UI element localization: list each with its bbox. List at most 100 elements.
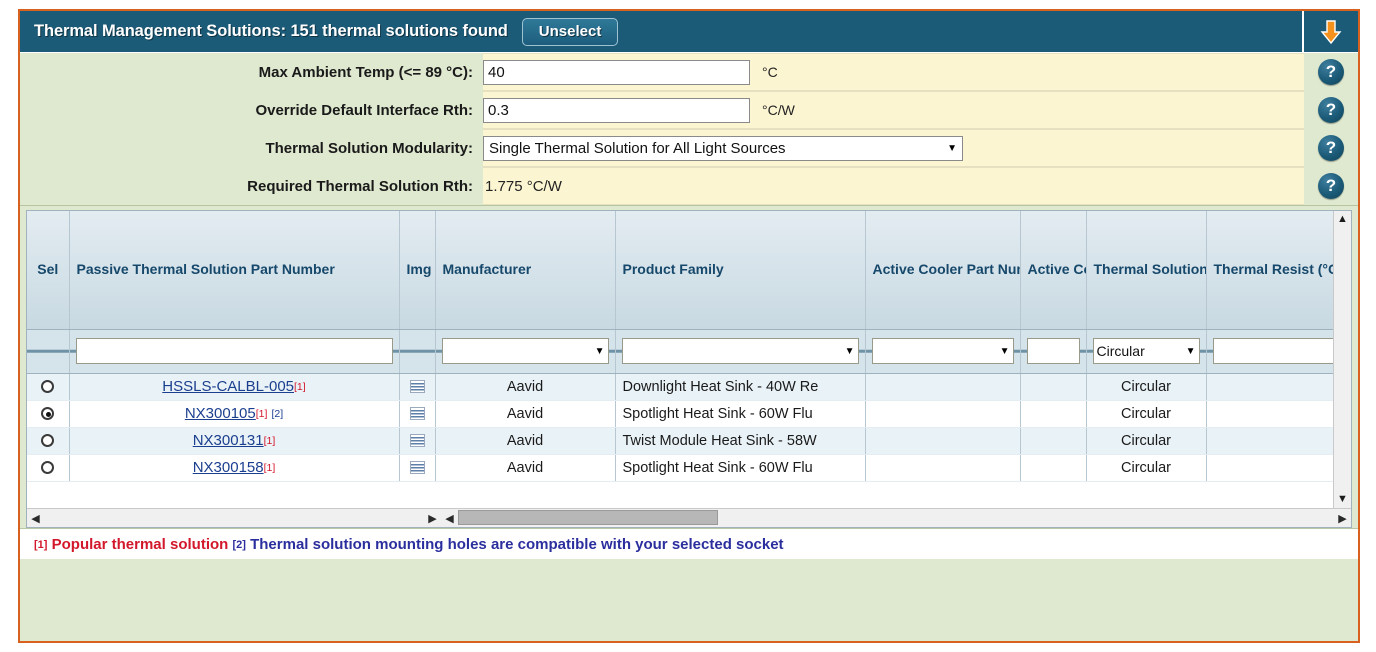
form-rows: Max Ambient Temp (<= 89 °C): °C Override… bbox=[20, 53, 1304, 205]
column-header-sel[interactable]: Sel bbox=[27, 211, 70, 330]
help-icon-modularity[interactable]: ? bbox=[1318, 135, 1344, 161]
legend-footnote: [1] Popular thermal solution [2] Thermal… bbox=[20, 528, 1358, 559]
column-header-img[interactable]: Img bbox=[399, 211, 436, 330]
titlebar-main: Thermal Management Solutions: 151 therma… bbox=[20, 11, 1304, 52]
scroll-right-arrow-icon[interactable]: ▶ bbox=[1334, 512, 1351, 525]
grid-body-area: Sel Passive Thermal Solution Part Number… bbox=[27, 211, 1351, 508]
unit-max-ambient-temp: °C bbox=[762, 64, 778, 80]
table-row[interactable]: NX300158[1] Aavid Spotlight Heat Sink - … bbox=[27, 454, 1333, 482]
footnote-marker-2: [2] bbox=[232, 539, 246, 551]
document-thumbnail-icon[interactable] bbox=[409, 461, 425, 475]
help-cell-4: ? bbox=[1304, 167, 1358, 205]
row-manufacturer-cell: Aavid bbox=[435, 373, 616, 401]
header-row: Sel Passive Thermal Solution Part Number… bbox=[27, 211, 1333, 330]
unselect-button[interactable]: Unselect bbox=[521, 17, 619, 46]
column-header-active-cooler-part-number[interactable]: Active Cooler Part Number bbox=[865, 211, 1021, 330]
row-part-number-cell: NX300131[1] bbox=[69, 427, 400, 455]
right-hscroll-thumb[interactable] bbox=[458, 510, 718, 525]
left-hscroll-track[interactable] bbox=[44, 509, 424, 527]
scroll-down-arrow-icon[interactable]: ▼ bbox=[1337, 491, 1348, 508]
column-header-part-number[interactable]: Passive Thermal Solution Part Number bbox=[69, 211, 400, 330]
left-pane-horizontal-scrollbar[interactable]: ◀ ▶ bbox=[27, 508, 441, 527]
scroll-left-arrow-icon[interactable]: ◀ bbox=[27, 512, 44, 525]
filter-part-number-input[interactable] bbox=[75, 338, 393, 364]
footnote-group-socket: [2] Thermal solution mounting holes are … bbox=[232, 536, 783, 553]
help-icon-interface-rth[interactable]: ? bbox=[1318, 97, 1344, 123]
filter-cell-thermal-resistance bbox=[1206, 329, 1333, 374]
results-table: Sel Passive Thermal Solution Part Number… bbox=[27, 211, 1333, 482]
scroll-right-arrow-icon[interactable]: ▶ bbox=[424, 512, 441, 525]
row-radio-button[interactable] bbox=[41, 461, 55, 475]
row-active-cooler-part-number-cell bbox=[865, 427, 1021, 455]
row-active-cooler-part-number-cell bbox=[865, 373, 1021, 401]
max-ambient-temp-input[interactable] bbox=[483, 59, 750, 85]
part-number-link[interactable]: NX300158 bbox=[193, 459, 264, 476]
document-thumbnail-icon[interactable] bbox=[409, 380, 425, 394]
row-img-cell[interactable] bbox=[399, 427, 436, 455]
part-number-link[interactable]: NX300131 bbox=[193, 432, 264, 449]
row-img-cell[interactable] bbox=[399, 400, 436, 428]
row-select-cell[interactable] bbox=[27, 454, 70, 482]
help-cell-3: ? bbox=[1304, 129, 1358, 167]
row-radio-button[interactable] bbox=[41, 434, 55, 448]
chevron-down-icon: ▼ bbox=[999, 345, 1010, 357]
interface-rth-input[interactable] bbox=[483, 97, 750, 123]
popular-marker: [1] bbox=[294, 381, 306, 393]
chevron-down-icon: ▼ bbox=[1185, 345, 1196, 357]
modularity-select[interactable]: Single Thermal Solution for All Light So… bbox=[483, 135, 963, 161]
scroll-up-arrow-icon[interactable]: ▲ bbox=[1337, 211, 1348, 228]
label-modularity: Thermal Solution Modularity: bbox=[265, 139, 473, 157]
table-header: Sel Passive Thermal Solution Part Number… bbox=[27, 211, 1333, 330]
right-pane-horizontal-scrollbar[interactable]: ◀ ▶ bbox=[441, 508, 1351, 527]
row-img-cell[interactable] bbox=[399, 454, 436, 482]
help-icon-required-rth[interactable]: ? bbox=[1318, 173, 1344, 199]
column-header-thermal-solution-shape[interactable]: Thermal Solution Shape bbox=[1086, 211, 1207, 330]
row-select-cell[interactable] bbox=[27, 400, 70, 428]
row-radio-button[interactable] bbox=[41, 407, 55, 421]
row-select-cell[interactable] bbox=[27, 373, 70, 401]
row-active-cooler-count-cell bbox=[1020, 400, 1087, 428]
column-header-active-cooler-count[interactable]: Active Cooler Count bbox=[1020, 211, 1087, 330]
column-header-product-family[interactable]: Product Family bbox=[615, 211, 866, 330]
filter-thermal-solution-shape-select[interactable]: Circular ▼ bbox=[1092, 338, 1200, 364]
column-header-thermal-resistance[interactable]: Thermal Resist (°C/W bbox=[1206, 211, 1333, 330]
scroll-left-arrow-icon[interactable]: ◀ bbox=[441, 512, 458, 525]
row-thermal-solution-shape-cell: Circular bbox=[1086, 454, 1207, 482]
page-title: Thermal Management Solutions: 151 therma… bbox=[34, 22, 508, 40]
row-manufacturer-cell: Aavid bbox=[435, 427, 616, 455]
row-thermal-solution-shape-cell: Circular bbox=[1086, 400, 1207, 428]
collapse-panel-button[interactable] bbox=[1304, 11, 1358, 52]
filter-cell-manufacturer: ▼ bbox=[435, 329, 616, 374]
grid-vertical-scrollbar[interactable]: ▲ ▼ bbox=[1333, 211, 1351, 508]
row-part-number-cell: HSSLS-CALBL-005[1] bbox=[69, 373, 400, 401]
part-number-link[interactable]: NX300105 bbox=[185, 405, 256, 422]
footnote-text-2: Thermal solution mounting holes are comp… bbox=[250, 536, 784, 553]
filter-active-cooler-part-number-select[interactable]: ▼ bbox=[871, 338, 1014, 364]
column-header-manufacturer[interactable]: Manufacturer bbox=[435, 211, 616, 330]
popular-marker: [1] bbox=[263, 435, 276, 447]
table-row[interactable]: NX300131[1] Aavid Twist Module Heat Sink… bbox=[27, 427, 1333, 455]
control-modularity: Single Thermal Solution for All Light So… bbox=[483, 129, 1304, 167]
grid-body-inner: Sel Passive Thermal Solution Part Number… bbox=[27, 211, 1333, 508]
table-row[interactable]: NX300105[1] [2] Aavid Spotlight Heat Sin… bbox=[27, 400, 1333, 428]
row-select-cell[interactable] bbox=[27, 427, 70, 455]
filter-product-family-select[interactable]: ▼ bbox=[621, 338, 859, 364]
filter-manufacturer-select[interactable]: ▼ bbox=[441, 338, 609, 364]
help-icon-max-ambient-temp[interactable]: ? bbox=[1318, 59, 1344, 85]
table-row[interactable]: HSSLS-CALBL-005[1] Aavid Downlight Heat … bbox=[27, 373, 1333, 401]
row-thermal-resistance-cell bbox=[1206, 427, 1333, 455]
modularity-selected-value: Single Thermal Solution for All Light So… bbox=[489, 139, 786, 157]
document-thumbnail-icon[interactable] bbox=[409, 434, 425, 448]
right-hscroll-track[interactable] bbox=[458, 509, 1334, 527]
row-img-cell[interactable] bbox=[399, 373, 436, 401]
row-part-number-cell: NX300105[1] [2] bbox=[69, 400, 400, 428]
filter-thermal-resistance-input[interactable] bbox=[1212, 338, 1333, 364]
part-number-link[interactable]: HSSLS-CALBL-005 bbox=[162, 378, 294, 395]
filter-cell-part-number bbox=[69, 329, 400, 374]
row-radio-button[interactable] bbox=[41, 380, 55, 394]
filter-active-cooler-count-input[interactable] bbox=[1026, 338, 1080, 364]
label-interface-rth: Override Default Interface Rth: bbox=[255, 101, 473, 119]
document-thumbnail-icon[interactable] bbox=[409, 407, 425, 421]
vscroll-track[interactable] bbox=[1335, 228, 1350, 491]
footnote-marker-1: [1] bbox=[34, 539, 48, 551]
